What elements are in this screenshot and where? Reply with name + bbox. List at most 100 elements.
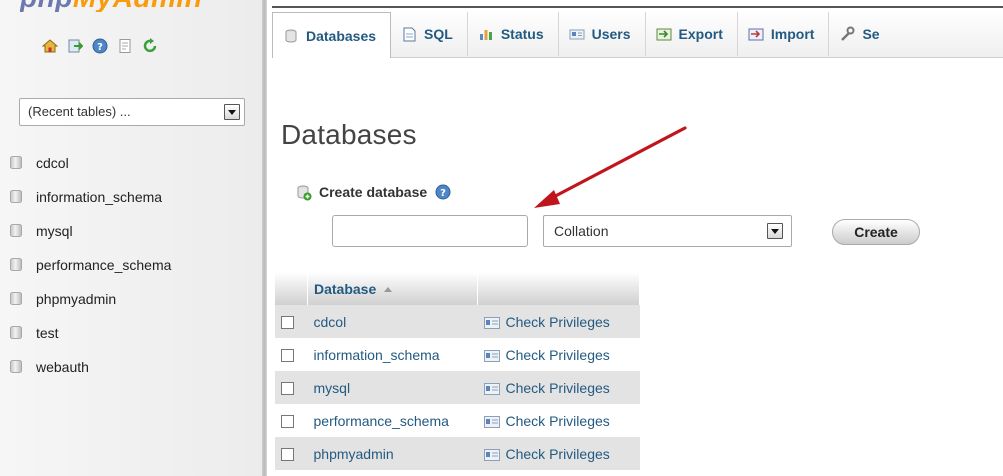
row-checkbox[interactable] — [281, 382, 294, 396]
svg-text:?: ? — [97, 42, 103, 53]
annotation-arrow — [534, 126, 687, 208]
check-privileges-label: Check Privileges — [505, 379, 610, 396]
tab-export[interactable]: Export — [646, 12, 738, 56]
settings-icon — [839, 26, 855, 42]
nav-db-item[interactable]: information_schema — [10, 185, 171, 219]
collation-value: Collation — [554, 223, 609, 239]
nav-db-item[interactable]: performance_schema — [10, 253, 171, 287]
column-label: Database — [314, 280, 377, 297]
panel-resize-handle[interactable] — [262, 0, 267, 476]
phpmyadmin-logo[interactable]: phpMyAdmin — [20, 0, 202, 12]
database-icon — [10, 258, 22, 271]
check-privileges-label: Check Privileges — [505, 346, 610, 363]
privileges-icon — [483, 448, 500, 461]
create-button[interactable]: Create — [832, 219, 920, 245]
chevron-down-icon[interactable] — [224, 104, 240, 120]
check-privileges-link[interactable]: Check Privileges — [483, 445, 634, 462]
check-privileges-link[interactable]: Check Privileges — [483, 412, 634, 429]
tab-label: Import — [770, 26, 815, 42]
tab-databases[interactable]: Databases — [272, 12, 392, 58]
table-row: information_schema Check Privileges — [275, 338, 640, 371]
action-column-header — [477, 272, 640, 305]
row-checkbox[interactable] — [281, 415, 294, 429]
tab-settings[interactable]: Se — [829, 12, 893, 56]
exit-icon[interactable] — [67, 38, 83, 54]
database-name[interactable]: phpmyadmin — [307, 437, 478, 470]
row-checkbox[interactable] — [281, 349, 294, 363]
nav-db-label[interactable]: performance_schema — [36, 253, 171, 277]
recent-tables-dropdown[interactable]: (Recent tables) ... — [19, 98, 245, 126]
table-row: performance_schema Check Privileges — [275, 404, 640, 437]
check-privileges-link[interactable]: Check Privileges — [483, 346, 634, 363]
database-icon — [10, 190, 22, 203]
nav-db-label[interactable]: cdcol — [36, 151, 69, 175]
collation-dropdown[interactable]: Collation — [543, 215, 792, 247]
nav-db-label[interactable]: information_schema — [36, 185, 162, 209]
database-icon — [10, 156, 22, 169]
check-privileges-link[interactable]: Check Privileges — [483, 379, 634, 396]
database-icon — [10, 224, 22, 237]
page-title: Databases — [281, 119, 417, 151]
tab-sql[interactable]: SQL — [391, 12, 468, 56]
tab-status[interactable]: Status — [468, 12, 559, 56]
row-checkbox[interactable] — [281, 316, 294, 330]
nav-db-label[interactable]: test — [36, 321, 59, 345]
privileges-icon — [483, 349, 500, 362]
database-name-input[interactable] — [332, 215, 528, 247]
database-column-header[interactable]: Database — [307, 272, 478, 305]
privileges-icon — [483, 316, 500, 329]
nav-db-item[interactable]: webauth — [10, 355, 171, 389]
table-row: cdcol Check Privileges — [275, 305, 640, 338]
database-name[interactable]: mysql — [307, 371, 478, 404]
recent-tables-value: (Recent tables) ... — [28, 104, 131, 119]
nav-db-label[interactable]: mysql — [36, 219, 73, 243]
check-privileges-label: Check Privileges — [505, 412, 610, 429]
table-row: mysql Check Privileges — [275, 371, 640, 404]
logo-text-myadmin: MyAdmin — [73, 0, 203, 12]
row-checkbox[interactable] — [281, 448, 294, 462]
tab-label: SQL — [424, 26, 453, 42]
tab-label: Status — [500, 26, 544, 42]
tab-label: Users — [591, 26, 631, 42]
nav-db-item[interactable]: phpmyadmin — [10, 287, 171, 321]
nav-db-item[interactable]: cdcol — [10, 151, 171, 185]
create-database-heading: Create database ? — [295, 184, 451, 201]
database-icon — [10, 326, 22, 339]
table-row: phpmyadmin Check Privileges — [275, 437, 640, 470]
privileges-icon — [483, 382, 500, 395]
database-add-icon — [295, 184, 312, 201]
database-icon — [10, 292, 22, 305]
chevron-down-icon[interactable] — [767, 223, 783, 239]
nav-db-item[interactable]: test — [10, 321, 171, 355]
database-name[interactable]: performance_schema — [307, 404, 478, 437]
home-icon[interactable] — [42, 38, 58, 54]
export-icon — [656, 26, 672, 42]
help-icon[interactable]: ? — [435, 184, 451, 200]
check-privileges-label: Check Privileges — [505, 445, 610, 462]
check-privileges-link[interactable]: Check Privileges — [483, 313, 634, 330]
help-icon[interactable]: ? — [92, 38, 108, 54]
tab-label: Export — [678, 26, 723, 42]
users-icon — [569, 26, 585, 42]
status-icon — [478, 26, 494, 42]
svg-text:?: ? — [440, 188, 446, 199]
nav-db-label[interactable]: webauth — [36, 355, 89, 379]
sort-ascending-icon — [384, 287, 393, 293]
tab-label: Se — [862, 26, 880, 42]
database-name[interactable]: cdcol — [307, 305, 478, 338]
nav-db-item[interactable]: mysql — [10, 219, 171, 253]
tab-users[interactable]: Users — [559, 12, 646, 56]
databases-table: Database cdcol Check Privileges informat… — [275, 272, 640, 470]
tab-import[interactable]: Import — [738, 12, 830, 56]
privileges-icon — [483, 415, 500, 428]
logo-text-php: php — [20, 0, 73, 12]
main-tab-bar: Databases SQL Status Users Export Import… — [272, 12, 1003, 58]
docs-icon[interactable] — [117, 38, 133, 54]
nav-db-label[interactable]: phpmyadmin — [36, 287, 116, 311]
check-privileges-label: Check Privileges — [505, 313, 610, 330]
top-border — [272, 6, 1003, 8]
sql-icon — [401, 26, 417, 42]
create-database-label: Create database — [319, 184, 428, 200]
database-name[interactable]: information_schema — [307, 338, 478, 371]
reload-icon[interactable] — [142, 38, 158, 54]
